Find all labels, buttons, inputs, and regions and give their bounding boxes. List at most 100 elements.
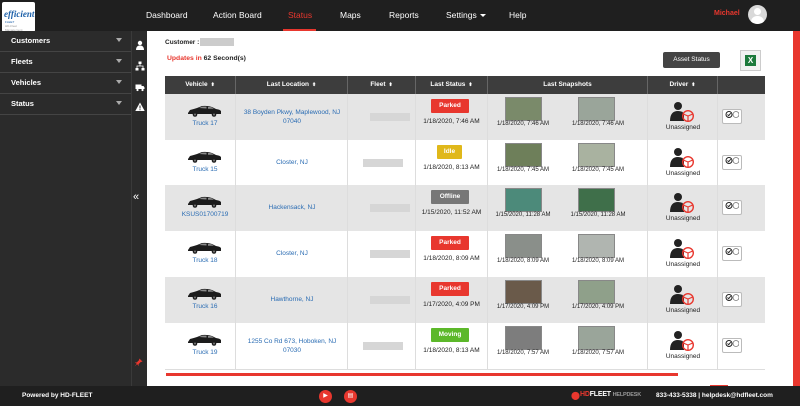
driver-cell: Unassigned bbox=[648, 94, 718, 140]
snapshot-timestamp: 1/15/2020, 11:28 AM bbox=[570, 212, 626, 218]
road-snapshot-thumbnail[interactable] bbox=[505, 234, 542, 258]
vehicle-name-link[interactable]: Truck 16 bbox=[165, 303, 245, 310]
location-link[interactable]: Closter, NJ bbox=[240, 249, 344, 258]
nav-settings[interactable]: Settings bbox=[446, 0, 486, 31]
vehicle-name-link[interactable]: Truck 19 bbox=[165, 349, 245, 356]
chevron-down-icon bbox=[116, 38, 122, 42]
status-badge: Parked bbox=[431, 282, 469, 296]
nav-help[interactable]: Help bbox=[509, 0, 526, 31]
table-row[interactable]: Truck 15 Closter, NJ Idle 1/18/2020, 8:1… bbox=[165, 140, 765, 186]
sidebar-item-label: Status bbox=[11, 99, 34, 108]
driver-unassigned-icon bbox=[670, 193, 695, 214]
nav-maps[interactable]: Maps bbox=[340, 0, 361, 31]
footer: Powered by HD-FLEET ▶ ▤ ⬤ HDFLEET HELPDE… bbox=[0, 386, 800, 406]
column-header-driver[interactable]: Driver ⬍ bbox=[648, 76, 718, 94]
excel-export-button[interactable]: X bbox=[740, 50, 761, 71]
column-header-last-status[interactable]: Last Status ⬍ bbox=[416, 76, 488, 94]
sidebar-item-fleets[interactable]: Fleets bbox=[0, 52, 131, 73]
nav-reports[interactable]: Reports bbox=[389, 0, 419, 31]
location-link[interactable]: Hawthorne, NJ bbox=[240, 295, 344, 304]
road-snapshot-thumbnail[interactable] bbox=[505, 142, 542, 167]
vehicle-name-link[interactable]: Truck 15 bbox=[165, 166, 245, 173]
cabin-snapshot-thumbnail[interactable] bbox=[578, 326, 615, 350]
road-snapshot-thumbnail[interactable] bbox=[505, 326, 542, 350]
efficient-fleet-logo[interactable]: efficient FLEET HD-Fleet Management bbox=[2, 2, 35, 32]
user-icon[interactable] bbox=[135, 40, 145, 50]
location-link[interactable]: 1255 Co Rd 673, Hoboken, NJ 07030 bbox=[240, 337, 344, 355]
view-action-button[interactable] bbox=[722, 292, 742, 307]
snapshot-timestamp: 1/17/2020, 4:09 PM bbox=[496, 304, 550, 310]
fleet-name-redacted bbox=[370, 113, 410, 121]
cabin-snapshot-thumbnail[interactable] bbox=[578, 142, 615, 167]
column-header-last-snapshots: Last Snapshots bbox=[488, 76, 648, 94]
driver-name: Unassigned bbox=[665, 169, 701, 177]
cabin-snapshot-thumbnail[interactable] bbox=[578, 280, 615, 304]
asset-status-button[interactable]: Asset Status bbox=[663, 52, 720, 68]
cabin-snapshot-thumbnail[interactable] bbox=[578, 234, 615, 258]
snapshots-cell: 1/17/2020, 4:09 PM 1/17/2020, 4:09 PM bbox=[488, 277, 648, 323]
document-icon[interactable]: ▤ bbox=[344, 390, 357, 403]
fleet-cell bbox=[348, 277, 416, 323]
location-link[interactable]: Hackensack, NJ bbox=[240, 203, 344, 212]
column-header-fleet[interactable]: Fleet ⬍ bbox=[348, 76, 416, 94]
sidebar-item-vehicles[interactable]: Vehicles bbox=[0, 73, 131, 94]
driver-name: Unassigned bbox=[665, 261, 701, 268]
table-row[interactable]: KSUS01700719 Hackensack, NJ Offline 1/15… bbox=[165, 185, 765, 232]
view-action-button[interactable] bbox=[722, 200, 742, 215]
vehicle-car-icon bbox=[188, 105, 221, 117]
location-cell: Hawthorne, NJ bbox=[236, 277, 348, 323]
nav-dashboard[interactable]: Dashboard bbox=[146, 0, 188, 31]
table-row[interactable]: Truck 19 1255 Co Rd 673, Hoboken, NJ 070… bbox=[165, 323, 765, 370]
view-action-button[interactable] bbox=[722, 246, 742, 261]
truck-icon[interactable] bbox=[135, 82, 145, 92]
driver-unassigned-icon bbox=[670, 285, 695, 306]
location-link[interactable]: 38 Boyden Pkwy, Maplewood, NJ 07040 bbox=[240, 108, 344, 126]
vehicle-name-link[interactable]: KSUS01700719 bbox=[165, 211, 245, 218]
cabin-snapshot-thumbnail[interactable] bbox=[578, 188, 615, 212]
status-badge: Idle bbox=[437, 144, 462, 159]
sidebar-item-status[interactable]: Status bbox=[0, 94, 131, 115]
table-row[interactable]: Truck 17 38 Boyden Pkwy, Maplewood, NJ 0… bbox=[165, 94, 765, 141]
warning-icon[interactable] bbox=[135, 102, 145, 112]
location-link[interactable]: Closter, NJ bbox=[240, 158, 344, 167]
view-action-button[interactable] bbox=[722, 154, 742, 170]
update-countdown: Updates in 62 Second(s) bbox=[167, 55, 246, 62]
driver-cell: Unassigned bbox=[648, 185, 718, 231]
vehicle-name-link[interactable]: Truck 18 bbox=[165, 257, 245, 264]
nav-action-board[interactable]: Action Board bbox=[213, 0, 262, 31]
vehicle-name-link[interactable]: Truck 17 bbox=[165, 120, 245, 127]
sidebar-item-customers[interactable]: Customers bbox=[0, 31, 131, 52]
snapshot-timestamp: 1/18/2020, 7:57 AM bbox=[571, 350, 625, 356]
view-action-button[interactable] bbox=[722, 109, 742, 124]
vehicle-car-icon bbox=[188, 334, 221, 346]
status-badge: Moving bbox=[431, 328, 469, 342]
avatar[interactable] bbox=[748, 5, 767, 24]
pin-icon[interactable] bbox=[134, 358, 143, 369]
road-snapshot-thumbnail[interactable] bbox=[505, 280, 542, 304]
snapshot-timestamp: 1/18/2020, 7:45 AM bbox=[496, 166, 550, 173]
table-row[interactable]: Truck 18 Closter, NJ Parked 1/18/2020, 8… bbox=[165, 231, 765, 278]
table-header: Vehicle ⬍ Last Location ⬍ Fleet ⬍ Last Stat… bbox=[165, 76, 765, 94]
collapse-sidebar-icon[interactable]: « bbox=[133, 191, 139, 203]
fleet-cell bbox=[348, 185, 416, 231]
table-row[interactable]: Truck 16 Hawthorne, NJ Parked 1/17/2020,… bbox=[165, 277, 765, 324]
actions-cell bbox=[718, 140, 765, 185]
column-header-label: Last Location bbox=[266, 81, 310, 88]
view-action-button[interactable] bbox=[722, 338, 742, 353]
vertical-scrollbar[interactable] bbox=[793, 31, 800, 386]
fleet-name-redacted bbox=[363, 342, 403, 350]
road-snapshot-thumbnail[interactable] bbox=[505, 188, 542, 212]
cabin-snapshot-thumbnail[interactable] bbox=[578, 97, 615, 121]
column-header-last-location[interactable]: Last Location ⬍ bbox=[236, 76, 348, 94]
contact-info[interactable]: 833-433-5338 | helpdesk@hdfleet.com bbox=[656, 392, 773, 399]
road-snapshot-thumbnail[interactable] bbox=[505, 97, 542, 121]
youtube-icon[interactable]: ▶ bbox=[319, 390, 332, 403]
driver-name: Unassigned bbox=[665, 215, 701, 222]
nav-status[interactable]: Status bbox=[288, 0, 312, 31]
eye-check-icon bbox=[725, 111, 740, 118]
column-header-vehicle[interactable]: Vehicle ⬍ bbox=[165, 76, 236, 94]
user-name[interactable]: Michael bbox=[714, 10, 740, 17]
org-chart-icon[interactable] bbox=[135, 61, 145, 71]
horizontal-scrollbar[interactable] bbox=[166, 373, 678, 376]
snapshots-cell: 1/18/2020, 8:09 AM 1/18/2020, 8:09 AM bbox=[488, 231, 648, 277]
